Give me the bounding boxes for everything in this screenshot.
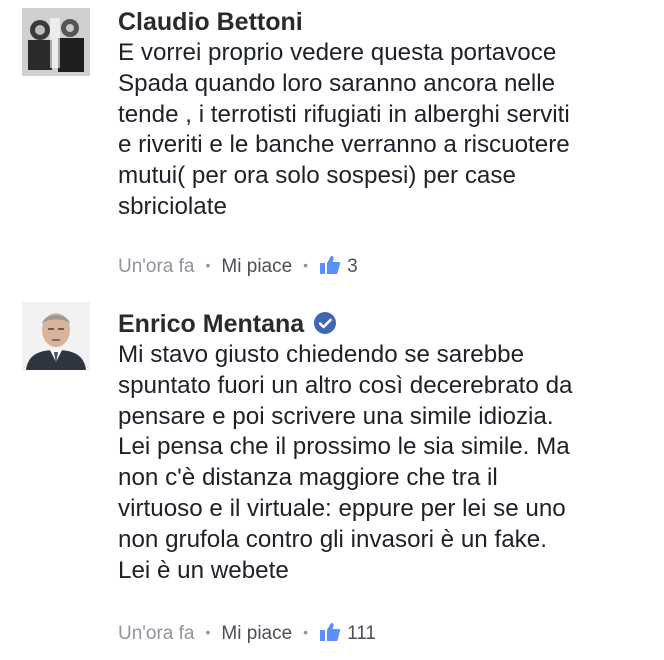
comment-author[interactable]: Claudio Bettoni [118, 8, 303, 37]
like-count[interactable]: 111 [347, 623, 376, 644]
like-count[interactable]: 3 [347, 256, 358, 277]
comment-meta: Un'ora fa • Mi piace • 111 [118, 622, 376, 648]
separator-dot: • [303, 257, 309, 273]
like-button[interactable]: Mi piace [221, 256, 292, 277]
separator-dot: • [205, 257, 211, 273]
separator-dot: • [303, 624, 309, 640]
separator-dot: • [205, 624, 211, 640]
avatar[interactable] [22, 302, 90, 370]
comment-author-name[interactable]: Enrico Mentana [118, 310, 304, 338]
comment-meta: Un'ora fa • Mi piace • 3 [118, 255, 358, 281]
thumbs-up-icon [319, 622, 341, 648]
avatar-photo-icon [22, 8, 90, 76]
avatar-photo-icon [22, 302, 90, 370]
comment-timestamp[interactable]: Un'ora fa [118, 256, 195, 277]
comment-text: Mi stavo giusto chiedendo se sarebbe spu… [118, 341, 573, 584]
comment-text: E vorrei proprio vedere questa portavoce… [118, 39, 570, 220]
avatar[interactable] [22, 8, 90, 76]
comment-timestamp[interactable]: Un'ora fa [118, 623, 195, 644]
comment-author[interactable]: Enrico Mentana [118, 310, 337, 339]
verified-badge-icon [314, 312, 337, 334]
thumbs-up-icon [319, 255, 341, 281]
like-button[interactable]: Mi piace [221, 623, 292, 644]
